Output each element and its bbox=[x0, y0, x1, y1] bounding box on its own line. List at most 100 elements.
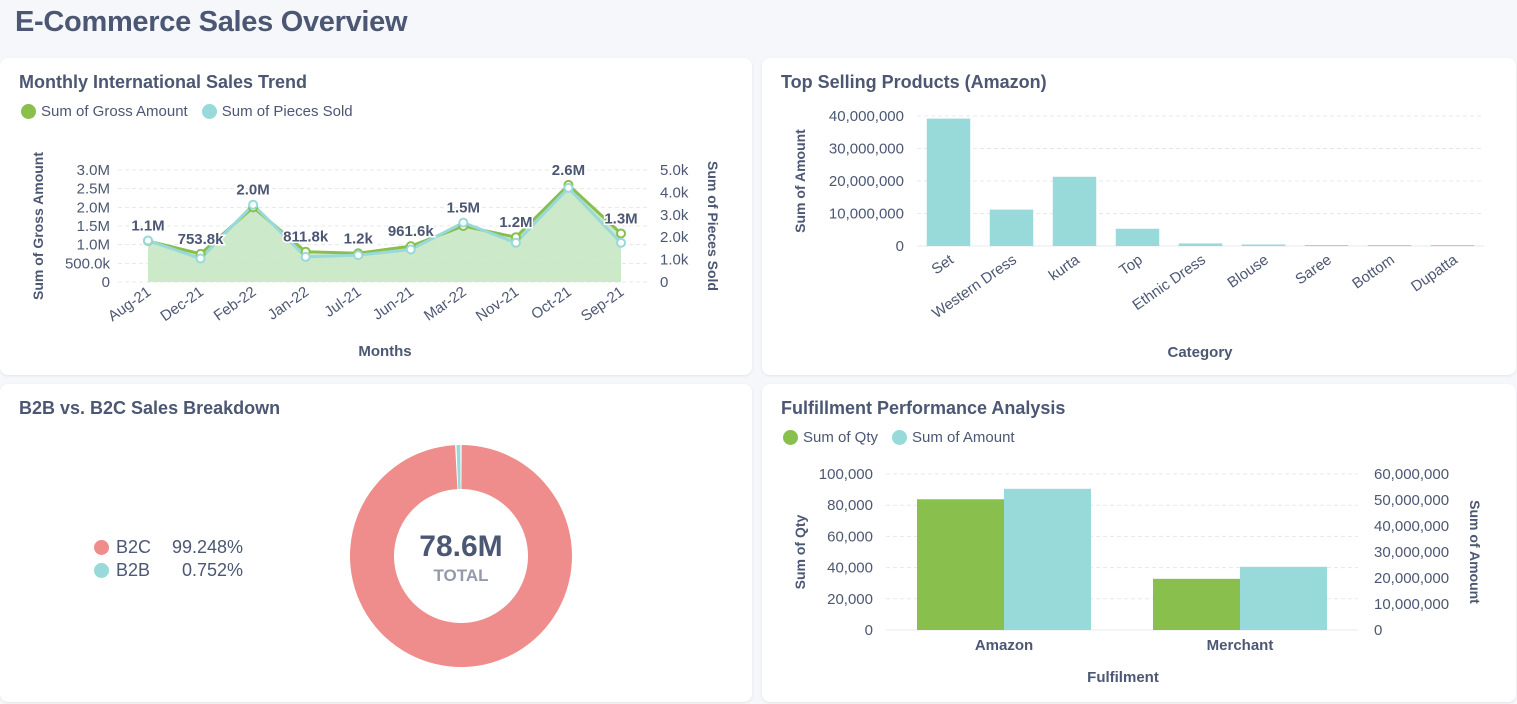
y-axis-label: Sum of Amount bbox=[792, 129, 808, 233]
x-tick-label: Mar-22 bbox=[421, 283, 470, 324]
pieces-sold-point bbox=[405, 244, 416, 255]
x-tick-label: Blouse bbox=[1224, 251, 1271, 291]
amount-bar bbox=[1004, 488, 1091, 630]
top-products-chart: 0 10,000,000 20,000,000 30,000,000 40,000,00… bbox=[792, 108, 1484, 361]
y-tick-label: 10,000,000 bbox=[829, 206, 904, 223]
b2b-card: B2B vs. B2C Sales Breakdown B2C 99.248% … bbox=[0, 384, 752, 702]
y-tick-label: 3.0M bbox=[77, 162, 110, 179]
bar bbox=[1430, 245, 1475, 246]
pieces-sold-point bbox=[510, 237, 521, 248]
y-tick-label: 0 bbox=[896, 238, 904, 255]
y-tick-label: 500.0k bbox=[65, 255, 111, 272]
data-label: 811.8k bbox=[283, 229, 329, 246]
x-tick-label: Feb-22 bbox=[211, 283, 260, 324]
x-tick-label: Oct-21 bbox=[528, 283, 575, 323]
b2b-donut-chart: 78.6M TOTAL bbox=[349, 445, 572, 667]
bar bbox=[989, 209, 1034, 246]
y-tick-label: 60,000 bbox=[827, 528, 873, 545]
y-right-axis-label: Sum of Amount bbox=[1467, 500, 1483, 604]
fulfillment-card: Fulfillment Performance Analysis Sum of … bbox=[762, 384, 1516, 702]
x-tick-label: Jan-22 bbox=[265, 283, 312, 323]
y-right-tick-label: 5.0k bbox=[660, 162, 689, 179]
y-right-tick-label: 4.0k bbox=[660, 184, 689, 201]
x-axis-label: Months bbox=[358, 343, 411, 360]
y-right-tick-label: 30,000,000 bbox=[1374, 544, 1449, 561]
x-tick-label: Aug-21 bbox=[105, 283, 154, 325]
x-tick-label: Set bbox=[929, 251, 958, 278]
data-label: 1.2M bbox=[499, 214, 532, 231]
y-tick-label: 0 bbox=[865, 622, 873, 639]
pieces-sold-point bbox=[616, 237, 626, 248]
x-tick-label: Saree bbox=[1292, 251, 1335, 288]
y-tick-label: 100,000 bbox=[819, 466, 873, 483]
data-label: 2.6M bbox=[552, 162, 585, 179]
x-tick-label: Merchant bbox=[1207, 637, 1274, 654]
pieces-sold-point bbox=[563, 182, 574, 193]
top-products-card: Top Selling Products (Amazon) 0 10,000,00… bbox=[762, 58, 1516, 375]
y-tick-label: 20,000,000 bbox=[829, 173, 904, 190]
x-tick-label: Top bbox=[1116, 251, 1146, 279]
trend-card: Monthly International Sales Trend Sum of… bbox=[0, 58, 752, 375]
x-tick-label: Bottom bbox=[1349, 251, 1398, 292]
pieces-sold-point bbox=[195, 253, 206, 264]
data-label: 2.0M bbox=[236, 182, 269, 199]
pieces-sold-point bbox=[300, 251, 311, 262]
pieces-sold-point bbox=[248, 199, 259, 210]
x-tick-label: Amazon bbox=[975, 637, 1033, 654]
y-right-tick-label: 2.0k bbox=[660, 229, 689, 246]
bar bbox=[1241, 244, 1286, 246]
y-tick-label: 2.0M bbox=[77, 199, 110, 216]
x-tick-label: kurta bbox=[1046, 251, 1084, 284]
x-tick-label: Nov-21 bbox=[473, 283, 522, 325]
y-tick-label: 1.0M bbox=[77, 237, 110, 254]
amount-bar bbox=[1240, 566, 1327, 630]
pieces-sold-point bbox=[143, 235, 153, 246]
qty-bar bbox=[1153, 578, 1240, 630]
data-label: 1.1M bbox=[131, 218, 164, 235]
x-tick-label: Jun-21 bbox=[370, 283, 417, 323]
y-tick-label: 80,000 bbox=[827, 497, 873, 514]
y-right-tick-label: 3.0k bbox=[660, 207, 689, 224]
donut-total-value: 78.6M bbox=[419, 530, 502, 563]
x-tick-label: Sep-21 bbox=[578, 283, 627, 325]
x-tick-label: Jul-21 bbox=[321, 283, 364, 320]
y-right-tick-label: 40,000,000 bbox=[1374, 518, 1449, 535]
bar bbox=[1178, 243, 1223, 246]
fulfillment-chart: 0 20,000 40,000 60,000 80,000 100,000 0 10,000,… bbox=[792, 466, 1483, 686]
gross-amount-point bbox=[616, 228, 626, 239]
page-title: E-Commerce Sales Overview bbox=[15, 6, 408, 38]
data-label: 1.2k bbox=[344, 230, 374, 247]
y-right-tick-label: 0 bbox=[660, 274, 668, 291]
y-tick-label: 30,000,000 bbox=[829, 141, 904, 158]
y-tick-label: 0 bbox=[102, 274, 110, 291]
y-right-tick-label: 50,000,000 bbox=[1374, 492, 1449, 509]
y-right-tick-label: 60,000,000 bbox=[1374, 466, 1449, 483]
x-axis-label: Category bbox=[1167, 344, 1233, 361]
donut-total-label: TOTAL bbox=[433, 566, 488, 585]
y-right-tick-label: 1.0k bbox=[660, 252, 689, 269]
y-tick-label: 2.5M bbox=[77, 181, 110, 198]
bar bbox=[1304, 245, 1349, 246]
bar bbox=[1115, 228, 1160, 246]
y-tick-label: 20,000 bbox=[827, 591, 873, 608]
qty-bar bbox=[917, 499, 1004, 630]
pieces-sold-point bbox=[458, 217, 469, 228]
data-label: 1.5M bbox=[447, 200, 480, 217]
bar bbox=[1052, 176, 1097, 246]
x-tick-label: Dupatta bbox=[1408, 251, 1461, 295]
data-label: 961.6k bbox=[388, 223, 435, 240]
y-tick-label: 40,000,000 bbox=[829, 108, 904, 125]
pieces-sold-point bbox=[353, 250, 364, 261]
y-right-tick-label: 10,000,000 bbox=[1374, 596, 1449, 613]
trend-chart: 0500.0k1.0M1.5M2.0M2.5M3.0M01.0k2.0k3.0k… bbox=[30, 152, 721, 360]
y-right-tick-label: 0 bbox=[1374, 622, 1382, 639]
bar bbox=[1367, 245, 1412, 246]
y-axis-label: Sum of Gross Amount bbox=[30, 152, 46, 300]
y-axis-label: Sum of Qty bbox=[792, 514, 808, 589]
y-tick-label: 1.5M bbox=[77, 218, 110, 235]
x-tick-label: Dec-21 bbox=[157, 283, 206, 325]
x-axis-label: Fulfilment bbox=[1087, 669, 1159, 686]
data-label: 753.8k bbox=[178, 231, 225, 248]
y-tick-label: 40,000 bbox=[827, 560, 873, 577]
y-right-axis-label: Sum of Pieces Sold bbox=[705, 161, 721, 291]
